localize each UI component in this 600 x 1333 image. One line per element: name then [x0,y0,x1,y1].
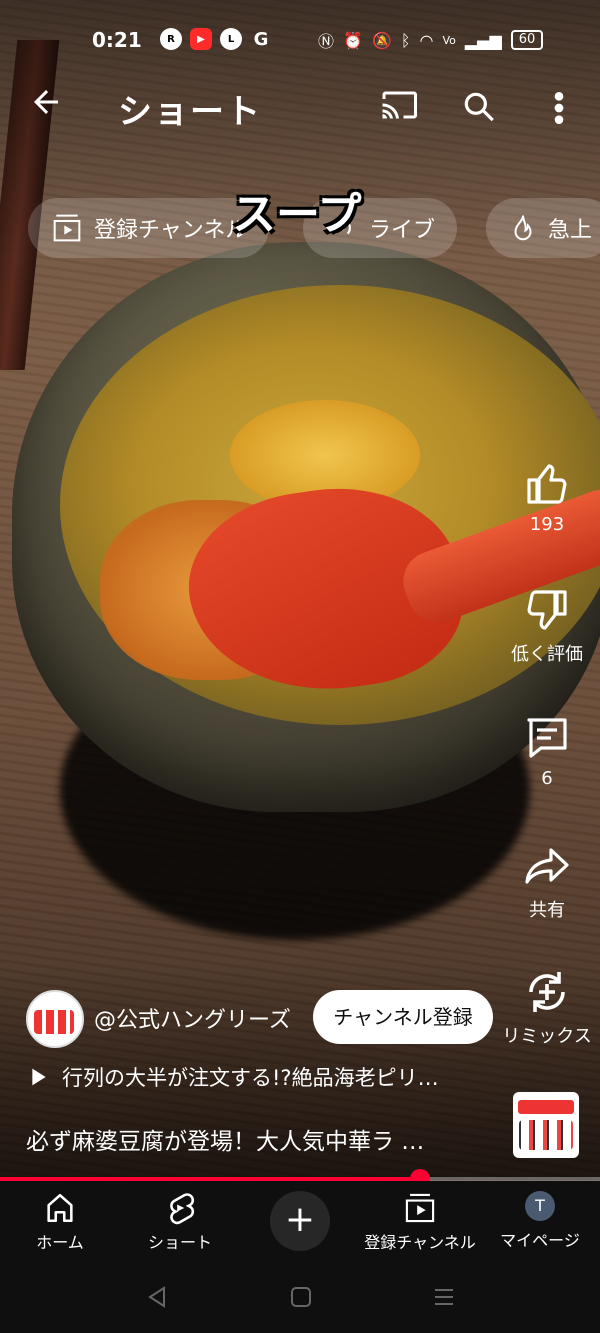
status-bar: 0:21 R ▶ L G Ⓝ ⏰ 🔕 ᛒ ◠ Vo ▂▄▆ 60 [0,20,600,60]
share-label: 共有 [529,900,565,921]
nav-subscriptions[interactable]: 登録チャンネル [355,1191,485,1253]
channel-logo-image [34,1010,74,1034]
video-description[interactable]: 必ず麻婆豆腐が登場！大人気中華ラ … [26,1122,424,1156]
battery-icon: 60 [510,30,544,50]
like-count: 193 [529,514,565,535]
more-options-button[interactable] [548,88,570,126]
share-button[interactable]: 共有 [492,842,600,922]
signal-icon: ▂▄▆ [464,30,502,50]
dislike-label: 低く評価 [511,644,583,665]
dislike-button[interactable]: 低く評価 [492,586,600,666]
related-video-link[interactable]: 行列の大半が注文する!?絶品海老ピリ… [30,1062,439,1092]
nav-home[interactable]: ホーム [0,1191,125,1253]
user-avatar: T [525,1191,555,1221]
system-back-icon[interactable] [146,1285,168,1309]
create-button[interactable]: + [270,1191,330,1251]
volte-icon: Vo [442,33,456,47]
related-video-title: 行列の大半が注文する!?絶品海老ピリ… [62,1066,439,1090]
remix-label: リミックス [502,1026,592,1047]
like-button[interactable]: 193 [492,460,600,535]
home-icon [47,1193,73,1223]
remix-button[interactable]: リミックス [492,968,600,1048]
thumbs-down-icon [527,590,567,630]
shorts-icon [170,1193,195,1225]
system-navigation-bar [0,1261,600,1333]
nav-label: ショート [147,1233,212,1252]
status-time: 0:21 [92,28,142,52]
subscriptions-icon [53,214,81,242]
line-icon: L [220,28,242,50]
subscriptions-icon [405,1193,435,1223]
page-title: ショート [118,92,262,132]
app-bar: ショート [0,78,600,138]
nav-label: 登録チャンネル [364,1233,476,1252]
nfc-icon: Ⓝ [318,32,335,51]
thumbs-up-icon [527,464,567,504]
comment-count: 6 [541,768,553,789]
system-icons: Ⓝ ⏰ 🔕 ᛒ ◠ Vo ▂▄▆ 60 [318,28,544,52]
rlink-icon: R [160,28,182,50]
arrow-left-icon [34,90,58,114]
share-icon [525,848,569,884]
chip-label: 急上 [548,218,593,243]
mute-icon: 🔕 [371,30,392,50]
nav-shorts[interactable]: ショート [115,1191,245,1253]
chip-trending[interactable]: 急上 [486,198,600,258]
google-icon: G [253,28,269,50]
trending-icon [514,215,532,241]
comments-button[interactable]: 6 [492,714,600,789]
notification-icons: R ▶ L G [160,28,272,50]
video-caption-overlay: スープ [232,189,362,240]
chip-label: ライブ [369,218,436,243]
more-vert-icon [554,92,564,124]
alarm-icon: ⏰ [343,30,363,50]
bluetooth-icon: ᛒ [400,30,411,50]
cast-button[interactable] [380,90,418,119]
nav-label: マイページ [500,1231,580,1250]
nav-label: ホーム [36,1233,84,1252]
channel-avatar[interactable] [26,990,84,1048]
system-recents-icon[interactable] [433,1286,455,1308]
remix-icon [529,972,565,1012]
system-home-icon[interactable] [290,1286,312,1308]
thumbnail-figures [519,1120,573,1150]
cast-icon [382,91,417,119]
wifi-icon: ◠ [419,30,434,50]
chip-label: 登録チャンネル [94,218,248,243]
bottom-navigation: ホーム ショート + 登録チャンネル T マイページ [0,1181,600,1261]
back-button[interactable] [28,84,68,124]
subscribe-button[interactable]: チャンネル登録 [313,990,493,1044]
audio-source-thumbnail[interactable] [513,1092,579,1158]
search-icon [464,92,494,122]
thumbnail-banner [518,1100,574,1114]
play-icon [32,1068,46,1086]
channel-handle[interactable]: @公式ハングリーズ [94,1002,291,1034]
search-button[interactable] [460,88,498,126]
plus-icon: + [284,1199,316,1240]
nav-mypage[interactable]: T マイページ [475,1191,600,1251]
youtube-icon: ▶ [190,28,212,50]
comment-icon [527,718,567,758]
